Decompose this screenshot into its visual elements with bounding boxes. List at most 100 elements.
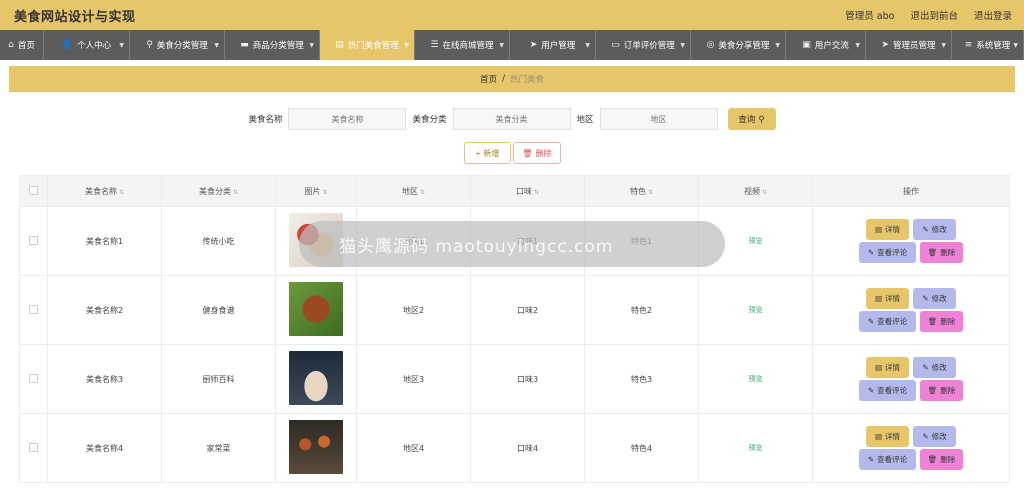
header-actions: 管理员 abo 退出到前台 退出登录 [845,8,1012,22]
add-button[interactable]: + 新增 [464,142,511,164]
sort-icon[interactable]: ⇅ [322,189,327,196]
detail-button[interactable]: ▤ 详情 [866,288,909,309]
edit-button[interactable]: ✎ 修改 [913,357,956,378]
delete-button[interactable]: 🗑 删除 [920,242,963,263]
col-header-name[interactable]: 美食名称 ⇅ [47,175,162,207]
col-header-category[interactable]: 美食分类 ⇅ [161,175,276,207]
edit-button[interactable]: ✎ 修改 [913,288,956,309]
edit-icon: ✎ [867,455,875,464]
edit-button[interactable]: ✎ 修改 [913,219,956,240]
cell-ops: ▤ 详情 ✎ 修改 ✎ 查看评论 🗑 删除 [812,344,1010,414]
sort-icon[interactable]: ⇅ [762,189,767,196]
view-comments-button[interactable]: ✎ 查看评论 [859,242,916,263]
category-search-input[interactable] [452,108,571,130]
user-icon: 👤 [61,40,74,50]
trash-icon: 🗑 [927,455,938,464]
video-preview-link[interactable]: 预览 [749,444,763,452]
compass-icon: ◎ [706,40,715,50]
select-all-cell[interactable] [19,175,48,207]
chevron-down-icon: ▼ [775,41,780,49]
video-preview-link[interactable]: 预览 [749,375,763,383]
edit-button[interactable]: ✎ 修改 [913,426,956,447]
nav-item-user-chat[interactable]: ▣ 用户交流 ▼ [786,30,866,60]
batch-delete-button[interactable]: 🗑 删除 [513,142,561,164]
monitor-icon: ▬ [240,40,249,50]
delete-button[interactable]: 🗑 删除 [920,449,963,470]
trash-icon: 🗑 [927,317,938,326]
cell-video: 预览 [698,344,813,414]
chevron-down-icon: ▼ [404,41,409,49]
nav-item-goods-category[interactable]: ▬ 商品分类管理 ▼ [225,30,320,60]
detail-button[interactable]: ▤ 详情 [866,426,909,447]
screen-icon: ▣ [802,40,811,50]
nav-item-food-share[interactable]: ◎ 美食分享管理 ▼ [691,30,786,60]
view-comments-button[interactable]: ✎ 查看评论 [859,449,916,470]
edit-icon: ✎ [867,248,875,257]
nav-item-users[interactable]: ➤ 用户管理 ▼ [510,30,596,60]
cell-ops: ▤ 详情 ✎ 修改 ✎ 查看评论 🗑 删除 [812,413,1010,483]
cell-region: 地区4 [356,413,471,483]
view-comments-button[interactable]: ✎ 查看评论 [859,380,916,401]
cell-region: 地区2 [356,275,471,345]
logout-link[interactable]: 退出登录 [974,8,1012,22]
delete-button[interactable]: 🗑 删除 [920,311,963,332]
detail-button[interactable]: ▤ 详情 [866,357,909,378]
cell-image [275,275,357,345]
delete-button[interactable]: 🗑 删除 [920,380,963,401]
card-icon: ▭ [611,40,620,50]
nav-item-hot-food[interactable]: ▤ 热门美食管理 ▼ [320,30,415,60]
sort-icon[interactable]: ⇅ [648,189,653,196]
nav-item-food-category[interactable]: ⚲ 美食分类管理 ▼ [130,30,225,60]
nav-item-home[interactable]: ⌂ 首页 [0,30,44,60]
select-all-checkbox[interactable] [29,185,38,195]
nav-item-profile[interactable]: 👤 个人中心 ▼ [44,30,130,60]
cell-category: 家常菜 [161,413,276,483]
sort-icon[interactable]: ⇅ [119,189,124,196]
row-checkbox[interactable] [29,304,38,314]
sort-icon[interactable]: ⇅ [420,189,425,196]
row-checkbox[interactable] [29,373,38,383]
edit-icon: ✎ [867,386,875,395]
col-header-feature[interactable]: 特色 ⇅ [584,175,699,207]
cell-ops: ▤ 详情 ✎ 修改 ✎ 查看评论 🗑 删除 [812,275,1010,345]
nav-item-admin[interactable]: ➤ 管理员管理 ▼ [866,30,952,60]
watermark-band: 猫头鹰源码 maotouyingcc.com [299,221,725,267]
col-header-image[interactable]: 图片 ⇅ [275,175,357,207]
table-header-row: 美食名称 ⇅ 美食分类 ⇅ 图片 ⇅ 地区 ⇅ 口味 ⇅ 特色 ⇅ 视频 ⇅ 操作 [19,175,1010,207]
list-icon: ☰ [430,40,439,50]
video-preview-link[interactable]: 预览 [749,306,763,314]
search-icon: ⚲ [758,113,765,124]
cell-category: 健身食谱 [161,275,276,345]
table-row: 美食名称3 厨师百科 地区3 口味3 特色3 预览 ▤ 详情 ✎ 修改 ✎ 查看评论 🗑 删… [19,344,1010,414]
col-header-region[interactable]: 地区 ⇅ [356,175,471,207]
col-header-taste[interactable]: 口味 ⇅ [470,175,585,207]
query-button[interactable]: 查询 ⚲ [727,108,776,130]
cell-image [275,344,357,414]
breadcrumb-home[interactable]: 首页 [480,73,497,85]
cell-name: 美食名称1 [47,206,162,276]
video-preview-link[interactable]: 预览 [749,237,763,245]
detail-button[interactable]: ▤ 详情 [866,219,909,240]
view-comments-button[interactable]: ✎ 查看评论 [859,311,916,332]
cell-feature: 特色4 [584,413,699,483]
name-search-input[interactable] [288,108,407,130]
send-icon: ➤ [529,40,538,50]
nav-item-order-review[interactable]: ▭ 订单评价管理 ▼ [596,30,691,60]
trash-icon: 🗑 [927,386,938,395]
nav-item-online-mall[interactable]: ☰ 在线商城管理 ▼ [415,30,510,60]
nav-item-system[interactable]: ≡ 系统管理 ▼ [952,30,1024,60]
row-checkbox[interactable] [29,442,38,452]
site-title: 美食网站设计与实现 [14,9,136,25]
detail-icon: ▤ [874,225,883,234]
col-header-video[interactable]: 视频 ⇅ [698,175,813,207]
send-icon: ➤ [881,40,890,50]
food-image [289,420,343,474]
toolbar: + 新增 🗑 删除 [464,142,561,164]
sort-icon[interactable]: ⇅ [534,189,539,196]
sort-icon[interactable]: ⇅ [233,189,238,196]
detail-icon: ▤ [874,294,883,303]
back-to-front-link[interactable]: 退出到前台 [910,8,958,22]
main-nav: ⌂ 首页 👤 个人中心 ▼ ⚲ 美食分类管理 ▼ ▬ 商品分类管理 ▼ ▤ 热门美食管理 ▼ ☰ 在… [0,30,1024,60]
row-checkbox[interactable] [29,235,38,245]
region-search-input[interactable] [599,108,718,130]
